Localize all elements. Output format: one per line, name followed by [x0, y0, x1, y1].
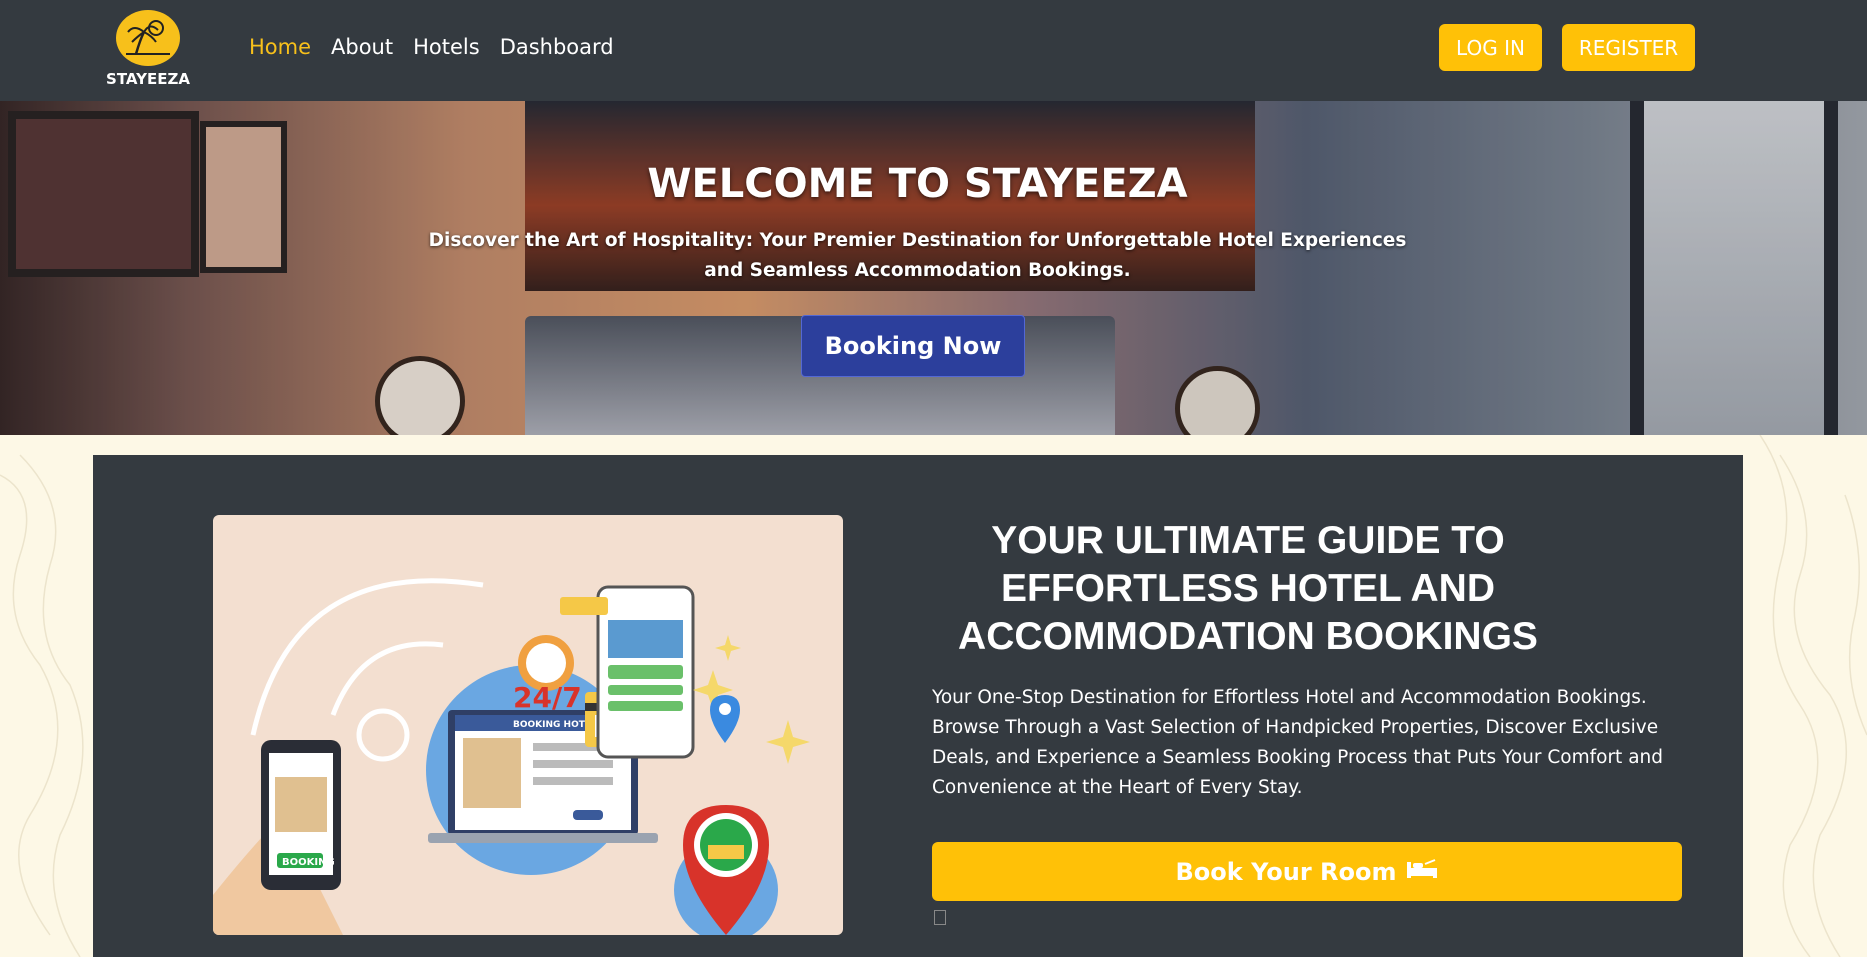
- nav-link-about[interactable]: About: [331, 35, 393, 59]
- brand-logo[interactable]: STAYEEZA: [106, 10, 190, 88]
- guide-section: BOOKING HOTEL 24/7 BOOKING YOUR ULTIMATE…: [93, 455, 1743, 957]
- placeholder-glyph: [934, 910, 946, 925]
- badge-24-7-text: 24/7: [513, 681, 582, 714]
- nav-link-home[interactable]: Home: [249, 35, 311, 59]
- register-button[interactable]: REGISTER: [1562, 24, 1695, 71]
- nav-links: Home About Hotels Dashboard: [249, 35, 614, 59]
- booking-now-button[interactable]: Booking Now: [801, 315, 1025, 377]
- book-your-room-button[interactable]: Book Your Room: [932, 842, 1682, 901]
- hero-title: WELCOME TO STAYEEZA: [647, 161, 1188, 207]
- palm-tree-icon: [116, 10, 180, 66]
- book-your-room-label: Book Your Room: [1175, 857, 1397, 886]
- guide-description: Your One-Stop Destination for Effortless…: [932, 687, 1663, 798]
- bed-icon: [1405, 858, 1439, 886]
- phone-booking-label: BOOKING: [282, 857, 335, 868]
- login-button[interactable]: LOG IN: [1439, 24, 1542, 71]
- navbar: STAYEEZA Home About Hotels Dashboard LOG…: [0, 0, 1867, 101]
- hero-subtitle: Discover the Art of Hospitality: Your Pr…: [428, 230, 1407, 281]
- hero-banner: WELCOME TO STAYEEZA Discover the Art of …: [0, 101, 1867, 435]
- laptop-header-text: BOOKING HOTEL: [513, 720, 597, 730]
- booking-illustration: BOOKING HOTEL 24/7 BOOKING: [213, 515, 843, 935]
- nav-link-dashboard[interactable]: Dashboard: [500, 35, 614, 59]
- brand-name: STAYEEZA: [106, 70, 190, 88]
- guide-title: YOUR ULTIMATE GUIDE TO EFFORTLESS HOTEL …: [958, 519, 1538, 658]
- nav-link-hotels[interactable]: Hotels: [413, 35, 480, 59]
